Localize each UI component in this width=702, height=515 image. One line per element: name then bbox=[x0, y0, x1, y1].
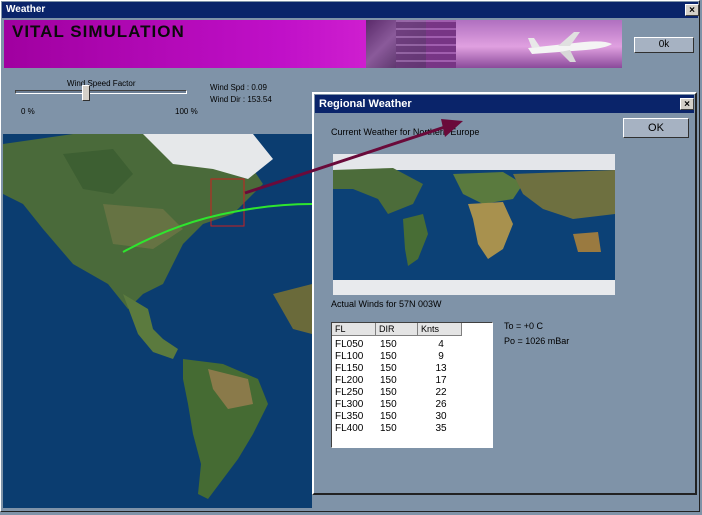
weather-window: Weather × VITAL SIMULATION 0k Wind Speed… bbox=[0, 0, 700, 512]
connector-arrow bbox=[244, 119, 463, 195]
